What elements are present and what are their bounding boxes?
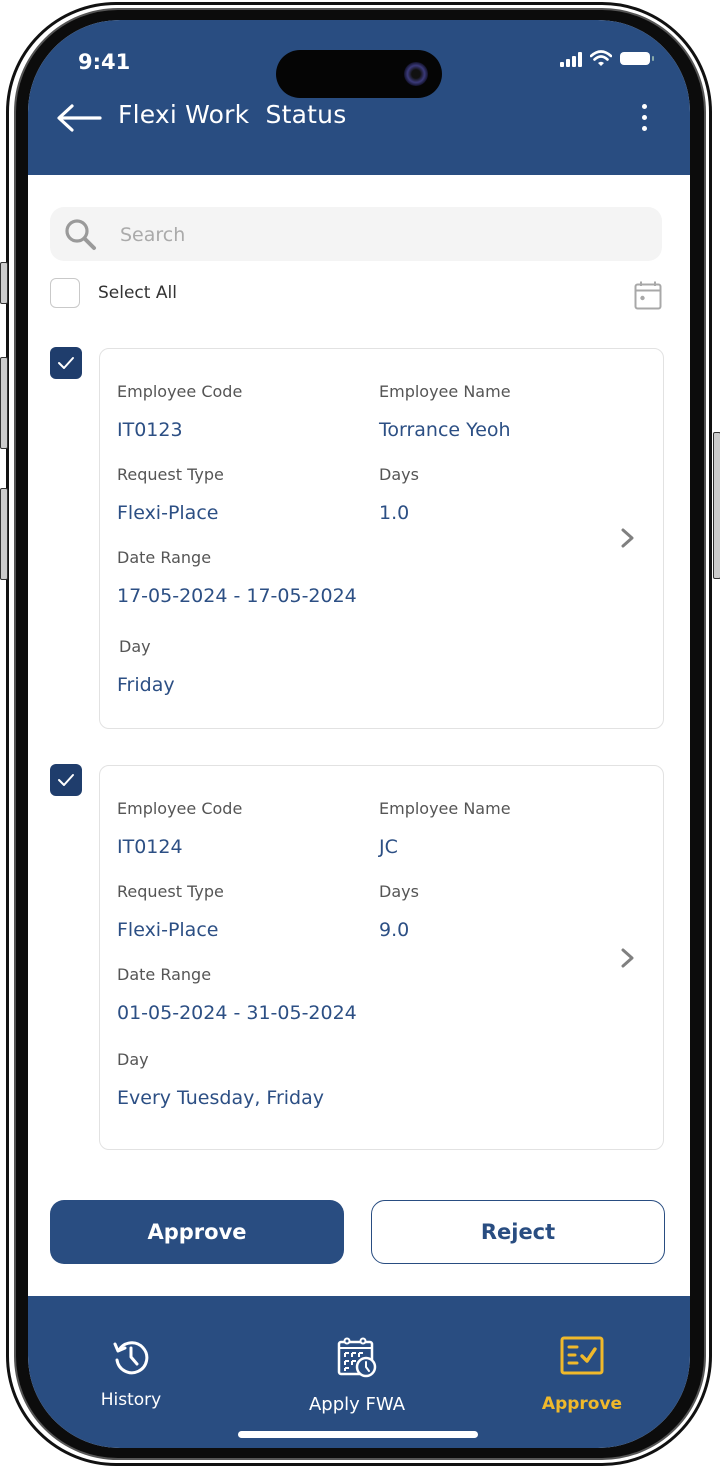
bottom-nav: History Apply FWA Approve [28, 1296, 690, 1448]
power-button [713, 432, 720, 579]
request-type-label: Request Type [117, 882, 224, 901]
signal-icon [560, 51, 582, 67]
date-range-value: 17-05-2024 - 17-05-2024 [117, 585, 357, 607]
check-icon [58, 774, 74, 786]
select-all-row: Select All [50, 278, 177, 308]
search-bar [50, 207, 662, 263]
camera-icon [404, 62, 428, 86]
more-vertical-icon[interactable] [638, 104, 650, 136]
home-indicator [238, 1431, 478, 1438]
day-value: Every Tuesday, Friday [117, 1087, 324, 1109]
date-range-value: 01-05-2024 - 31-05-2024 [117, 1002, 357, 1024]
reject-button[interactable]: Reject [371, 1200, 665, 1264]
status-icons [560, 50, 654, 67]
calendar-icon[interactable] [634, 280, 662, 310]
date-range-label: Date Range [117, 548, 212, 567]
nav-label: Apply FWA [308, 1394, 406, 1415]
days-value: 1.0 [379, 502, 410, 524]
request-card[interactable]: Employee Code IT0124 Employee Name JC Re… [99, 765, 664, 1150]
arrow-left-icon[interactable] [54, 100, 102, 136]
battery-icon [620, 52, 654, 65]
employee-code-value: IT0123 [117, 419, 183, 441]
request-checkbox[interactable] [50, 764, 82, 796]
search-input[interactable] [118, 207, 642, 263]
nav-label: Approve [541, 1394, 623, 1414]
search-icon [65, 219, 96, 250]
chevron-right-icon[interactable] [620, 527, 636, 549]
wifi-icon [590, 50, 612, 66]
calendar-clock-icon [337, 1337, 377, 1378]
date-range-label: Date Range [117, 965, 212, 984]
volume-down-button [0, 488, 8, 580]
volume-up-button [0, 357, 8, 449]
nav-item-apply-fwa[interactable]: Apply FWA [277, 1296, 437, 1436]
page-title: Flexi Work Status [118, 100, 347, 129]
chevron-right-icon[interactable] [620, 947, 636, 969]
approve-button[interactable]: Approve [50, 1200, 344, 1264]
request-type-value: Flexi-Place [117, 919, 219, 941]
nav-item-history[interactable]: History [51, 1296, 211, 1436]
status-time: 9:41 [78, 50, 131, 74]
check-icon [58, 357, 74, 369]
app-header: 9:41 Flexi Work Status [28, 20, 690, 175]
request-checkbox[interactable] [50, 347, 82, 379]
select-all-label: Select All [98, 283, 177, 303]
day-label: Day [117, 1050, 149, 1069]
checklist-icon [560, 1336, 604, 1375]
employee-code-label: Employee Code [117, 799, 243, 818]
employee-name-value: Torrance Yeoh [379, 419, 511, 441]
request-type-label: Request Type [117, 465, 224, 484]
screen: 9:41 Flexi Work Status Search Select All… [28, 20, 690, 1448]
days-label: Days [379, 465, 419, 484]
nav-item-approve[interactable]: Approve [502, 1296, 662, 1436]
select-all-checkbox[interactable] [50, 278, 80, 308]
days-value: 9.0 [379, 919, 410, 941]
history-icon [113, 1341, 149, 1375]
request-card[interactable]: Employee Code IT0123 Employee Name Torra… [99, 348, 664, 729]
nav-label: History [100, 1390, 162, 1410]
dynamic-island [276, 50, 442, 98]
days-label: Days [379, 882, 419, 901]
employee-name-value: JC [379, 836, 398, 858]
employee-name-label: Employee Name [379, 799, 511, 818]
action-button [0, 262, 8, 304]
day-value: Friday [117, 674, 175, 696]
day-label: Day [119, 637, 151, 656]
employee-code-label: Employee Code [117, 382, 243, 401]
employee-code-value: IT0124 [117, 836, 183, 858]
request-type-value: Flexi-Place [117, 502, 219, 524]
employee-name-label: Employee Name [379, 382, 511, 401]
